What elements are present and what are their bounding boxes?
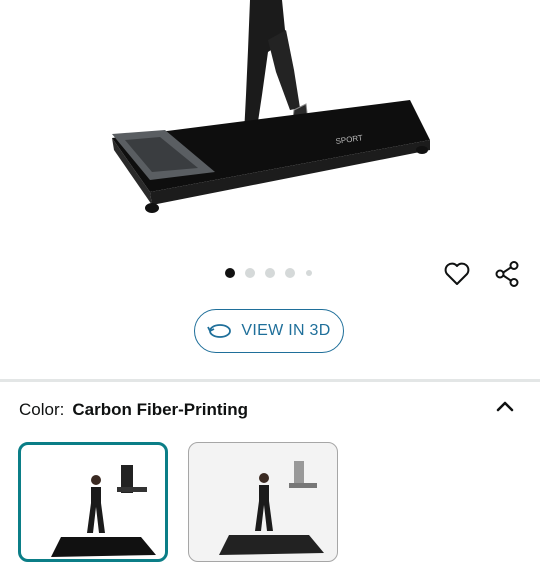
- view-in-3d-label: VIEW IN 3D: [241, 322, 331, 339]
- rotate-3d-icon: [207, 324, 232, 338]
- color-selector-header: Color: Carbon Fiber-Printing: [19, 400, 248, 420]
- share-icon: [495, 261, 519, 287]
- color-value: Carbon Fiber-Printing: [72, 400, 249, 419]
- carousel-dot-1[interactable]: [225, 268, 235, 278]
- carousel-dot-4[interactable]: [285, 268, 295, 278]
- collapse-color-button[interactable]: [492, 394, 518, 420]
- chevron-up-icon: [496, 401, 514, 412]
- carousel-dot-2[interactable]: [245, 268, 255, 278]
- treadmill-illustration: SPORT: [112, 0, 430, 213]
- color-label: Color:: [19, 400, 65, 419]
- section-divider: [0, 379, 540, 382]
- share-button[interactable]: [491, 258, 523, 290]
- color-swatch-selected[interactable]: [18, 442, 168, 562]
- swatch-thumbnail: [51, 465, 156, 557]
- wishlist-button[interactable]: [441, 258, 473, 290]
- heart-icon: [444, 262, 470, 285]
- carousel-dot-5[interactable]: [306, 270, 312, 276]
- product-image[interactable]: SPORT: [0, 0, 540, 250]
- color-swatch-option[interactable]: [188, 442, 338, 562]
- carousel-dot-3[interactable]: [265, 268, 275, 278]
- swatch-thumbnail: [219, 461, 324, 555]
- view-in-3d-button[interactable]: VIEW IN 3D: [194, 309, 344, 353]
